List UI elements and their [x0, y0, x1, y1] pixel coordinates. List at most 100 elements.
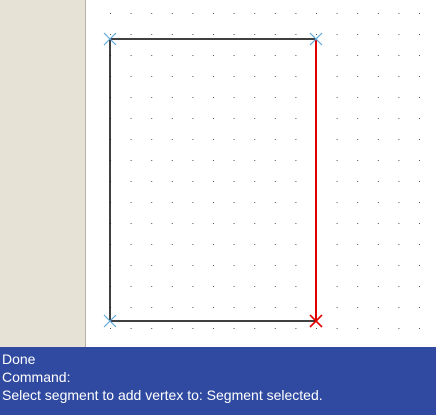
grid-dot — [233, 34, 235, 35]
drawing-canvas[interactable] — [86, 0, 436, 347]
grid-dot — [130, 181, 132, 182]
grid-dot — [171, 244, 173, 245]
command-history-line-3: Select segment to add vertex to: Segment… — [2, 387, 323, 403]
grid-dot — [130, 55, 132, 56]
grid-dot — [295, 13, 297, 14]
grid-dot — [336, 76, 338, 77]
grid-dot — [419, 139, 420, 140]
grid-dot — [419, 202, 420, 203]
grid-dot — [336, 55, 338, 56]
grid-dot — [398, 328, 400, 329]
grid-dot — [377, 76, 379, 77]
grid-dot — [419, 160, 420, 161]
grid-dot — [419, 265, 420, 266]
grid-dot — [254, 34, 256, 35]
grid-dot — [357, 160, 359, 161]
grid-dot — [192, 223, 194, 224]
grid-dot — [336, 97, 338, 98]
rectangle-shape[interactable] — [109, 38, 317, 322]
grid-dot — [151, 55, 153, 56]
grid-dot — [274, 307, 276, 308]
grid-dot — [419, 118, 420, 119]
grid-dot — [377, 265, 379, 266]
grid-dot — [357, 223, 359, 224]
grid-dot — [213, 118, 214, 119]
grid-dot — [254, 223, 256, 224]
grid-dot — [233, 118, 235, 119]
grid-dot — [171, 76, 173, 77]
grid-dot — [398, 223, 400, 224]
grid-dot — [336, 307, 338, 308]
grid-dot — [192, 244, 194, 245]
grid-dot — [171, 286, 173, 287]
grid-dot — [213, 181, 214, 182]
grid-dot — [274, 118, 276, 119]
grid-dot — [151, 76, 153, 77]
grid-dot — [274, 55, 276, 56]
grid-dot — [213, 265, 214, 266]
grid-dot — [336, 181, 338, 182]
grid-dot — [151, 307, 153, 308]
grid-dot — [295, 139, 297, 140]
grid-dot — [254, 13, 256, 14]
grid-dot — [295, 307, 297, 308]
grid-dot — [377, 139, 379, 140]
grid-dot — [316, 34, 317, 35]
grid-dot — [151, 265, 153, 266]
grid-dot — [357, 328, 359, 329]
grid-dot — [274, 13, 276, 14]
grid-dot — [336, 244, 338, 245]
grid-dots — [110, 13, 420, 329]
grid-dot — [377, 328, 379, 329]
grid-dot — [398, 286, 400, 287]
grid-dot — [151, 286, 153, 287]
grid-dot — [295, 76, 297, 77]
grid-dot — [171, 160, 173, 161]
grid-dot — [192, 307, 194, 308]
grid-dot — [274, 139, 276, 140]
grid-dot — [192, 202, 194, 203]
grid-dot — [398, 244, 400, 245]
grid-dot — [357, 202, 359, 203]
grid-dot — [316, 13, 317, 14]
grid-dot — [151, 118, 153, 119]
grid-dot — [377, 160, 379, 161]
command-output-panel: Done Command: Select segment to add vert… — [0, 347, 436, 415]
grid-dot — [213, 202, 214, 203]
grid-dot — [130, 13, 132, 14]
grid-dot — [377, 223, 379, 224]
grid-dot — [274, 34, 276, 35]
grid-dot — [274, 328, 276, 329]
grid-dot — [254, 265, 256, 266]
grid-dot — [377, 244, 379, 245]
grid-dot — [274, 181, 276, 182]
grid-dot — [398, 265, 400, 266]
grid-dot — [274, 202, 276, 203]
grid-dot — [213, 76, 214, 77]
grid-dot — [336, 118, 338, 119]
grid-dot — [295, 286, 297, 287]
grid-dot — [233, 181, 235, 182]
grid-dot — [213, 55, 214, 56]
grid-dot — [419, 13, 420, 14]
grid-dot — [233, 244, 235, 245]
grid-dot — [254, 244, 256, 245]
grid-dot — [295, 118, 297, 119]
grid-dot — [398, 118, 400, 119]
grid-dot — [171, 139, 173, 140]
grid-dot — [295, 160, 297, 161]
grid-dot — [233, 76, 235, 77]
grid-dot — [192, 328, 194, 329]
grid-dot — [254, 118, 256, 119]
grid-dot — [357, 118, 359, 119]
grid-dot — [254, 97, 256, 98]
grid-dot — [254, 286, 256, 287]
grid-dot — [233, 307, 235, 308]
grid-dot — [130, 265, 132, 266]
drawing-surface[interactable] — [86, 0, 436, 347]
grid-dot — [398, 55, 400, 56]
grid-dot — [192, 76, 194, 77]
vertex-markers — [103, 32, 323, 328]
grid-dot — [110, 13, 111, 14]
grid-dot — [419, 55, 420, 56]
